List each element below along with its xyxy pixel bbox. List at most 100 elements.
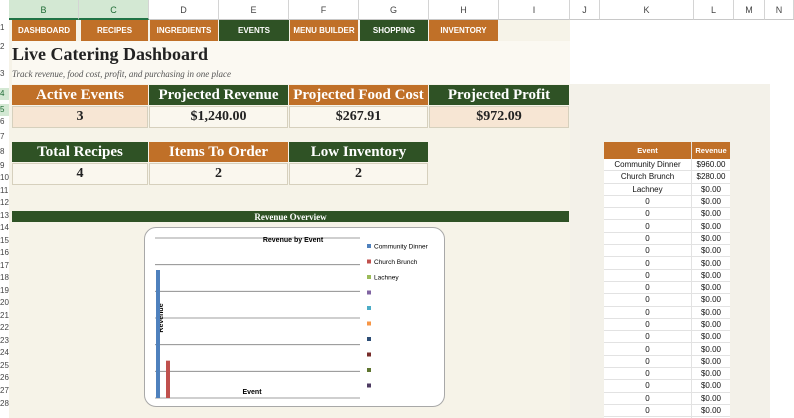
column-header-i[interactable]: I <box>499 0 570 20</box>
kpi-value-projected-profit: $972.09 <box>429 106 569 128</box>
x-axis-label: Event <box>242 389 262 396</box>
row-header-27[interactable]: 27 <box>0 385 9 398</box>
row-header-22[interactable]: 22 <box>0 322 9 335</box>
table-row: 0 $0.00 <box>604 368 730 381</box>
kpi-value-projected-food-cost: $267.91 <box>289 106 428 128</box>
row-header-24[interactable]: 24 <box>0 347 9 360</box>
nav-shopping-button[interactable]: SHOPPING <box>360 20 428 41</box>
bar-church-brunch <box>166 360 170 398</box>
event-cell: 0 <box>604 220 692 232</box>
event-cell: 0 <box>604 294 692 306</box>
row-header-26[interactable]: 26 <box>0 372 9 385</box>
row-header-5[interactable]: 5 <box>0 104 9 117</box>
row-header-21[interactable]: 21 <box>0 310 9 323</box>
revenue-cell: $0.00 <box>700 320 722 329</box>
column-header-l[interactable]: L <box>694 0 734 20</box>
column-header-b[interactable]: B <box>9 0 79 20</box>
table-row: 0 $0.00 <box>604 269 730 282</box>
kpi-label-items-to-order: Items To Order <box>149 142 288 162</box>
legend-swatch <box>367 368 371 372</box>
kpi-label-projected-revenue: Projected Revenue <box>149 85 288 105</box>
legend-swatch <box>367 259 371 264</box>
column-header-d[interactable]: D <box>149 0 219 20</box>
column-header-j[interactable]: J <box>570 0 600 20</box>
kpi-label-projected-food-cost: Projected Food Cost <box>289 85 428 105</box>
header-revenue: Revenue <box>695 146 727 155</box>
column-header-m[interactable]: M <box>734 0 765 20</box>
revenue-table: Event Revenue Community Dinner $960.00 Chu… <box>604 142 730 418</box>
table-row: 0 $0.00 <box>604 331 730 344</box>
page-title: Live Catering Dashboard <box>12 44 209 64</box>
column-header-e[interactable]: E <box>219 0 289 20</box>
column-header-c[interactable]: C <box>79 0 149 20</box>
revenue-cell: $0.00 <box>700 344 722 354</box>
nav-events-button[interactable]: EVENTS <box>219 20 289 41</box>
nav-dashboard-button[interactable]: DASHBOARD <box>12 20 76 41</box>
revenue-cell: $0.00 <box>700 381 722 391</box>
row-header-10[interactable]: 10 <box>0 172 9 185</box>
revenue-cell: $0.00 <box>700 307 722 317</box>
event-cell: 0 <box>604 245 692 257</box>
column-header-h[interactable]: H <box>429 0 499 20</box>
revenue-cell: $0.00 <box>700 246 722 256</box>
event-cell: 0 <box>604 195 692 208</box>
legend-label: Lachney <box>374 275 399 282</box>
table-row: 0 $0.00 <box>604 392 730 405</box>
kpi-label-projected-profit: Projected Profit <box>429 85 569 105</box>
revenue-chart[interactable]: Revenue by Event Event Revenue Community Di… <box>144 227 445 407</box>
row-header-12[interactable]: 12 <box>0 197 9 210</box>
nav-ingredients-button[interactable]: INGREDIENTS <box>150 20 218 41</box>
legend-swatch <box>367 352 371 357</box>
row-header-23[interactable]: 23 <box>0 335 9 348</box>
row-header-18[interactable]: 18 <box>0 272 9 285</box>
table-row: 0 $0.00 <box>604 208 730 221</box>
legend-swatch <box>367 306 371 310</box>
row-header-3[interactable]: 3 <box>0 68 9 81</box>
legend-label: Community Dinner <box>374 244 429 251</box>
row-header-20[interactable]: 20 <box>0 297 9 310</box>
event-cell: 0 <box>604 331 692 343</box>
row-header-19[interactable]: 19 <box>0 285 9 298</box>
row-header-8[interactable]: 8 <box>0 146 9 159</box>
chart-svg: Revenue by EventEventRevenueCommunity Di… <box>155 237 429 399</box>
revenue-cell: $0.00 <box>700 221 722 231</box>
table-row: 0 $0.00 <box>604 404 730 418</box>
legend-swatch <box>367 383 371 388</box>
spreadsheet: { "columns":[ {"letter":"B","selected":t… <box>0 0 794 418</box>
table-row: 0 $0.00 <box>604 343 730 356</box>
table-row: 0 $0.00 <box>604 294 730 307</box>
legend-swatch <box>367 290 371 295</box>
column-header-n[interactable]: N <box>765 0 794 20</box>
nav-recipes-button[interactable]: RECIPES <box>81 20 148 41</box>
row-header-4[interactable]: 4 <box>0 88 9 101</box>
row-header-16[interactable]: 16 <box>0 247 9 260</box>
row-header-17[interactable]: 17 <box>0 260 9 273</box>
revenue-cell: $0.00 <box>700 233 722 243</box>
event-cell: 0 <box>604 281 692 294</box>
row-header-2[interactable]: 2 <box>0 41 9 54</box>
row-header-13[interactable]: 13 <box>0 210 9 223</box>
event-cell: 0 <box>604 257 692 269</box>
column-header-f[interactable]: F <box>289 0 359 20</box>
nav-menu-builder-button[interactable]: MENU BUILDER <box>290 20 358 41</box>
row-header-1[interactable]: 1 <box>0 22 9 35</box>
row-header-7[interactable]: 7 <box>0 131 9 144</box>
row-header-28[interactable]: 28 <box>0 398 9 411</box>
row-header-9[interactable]: 9 <box>0 160 9 173</box>
revenue-cell: $0.00 <box>700 356 722 366</box>
table-row: 0 $0.00 <box>604 245 730 258</box>
revenue-cell: $0.00 <box>700 332 722 342</box>
column-header-g[interactable]: G <box>359 0 429 20</box>
row-header-11[interactable]: 11 <box>0 185 9 198</box>
event-cell: 0 <box>604 380 692 392</box>
row-header-6[interactable]: 6 <box>0 116 9 129</box>
column-header-k[interactable]: K <box>600 0 694 20</box>
legend-label: Church Brunch <box>374 259 418 266</box>
row-header-14[interactable]: 14 <box>0 222 9 235</box>
row-header-25[interactable]: 25 <box>0 360 9 373</box>
nav-inventory-button[interactable]: INVENTORY <box>429 20 498 41</box>
revenue-cell: $0.00 <box>700 283 722 293</box>
row-header-15[interactable]: 15 <box>0 235 9 248</box>
revenue-cell: $960.00 <box>696 160 726 170</box>
kpi-value-low-inventory: 2 <box>289 163 428 185</box>
